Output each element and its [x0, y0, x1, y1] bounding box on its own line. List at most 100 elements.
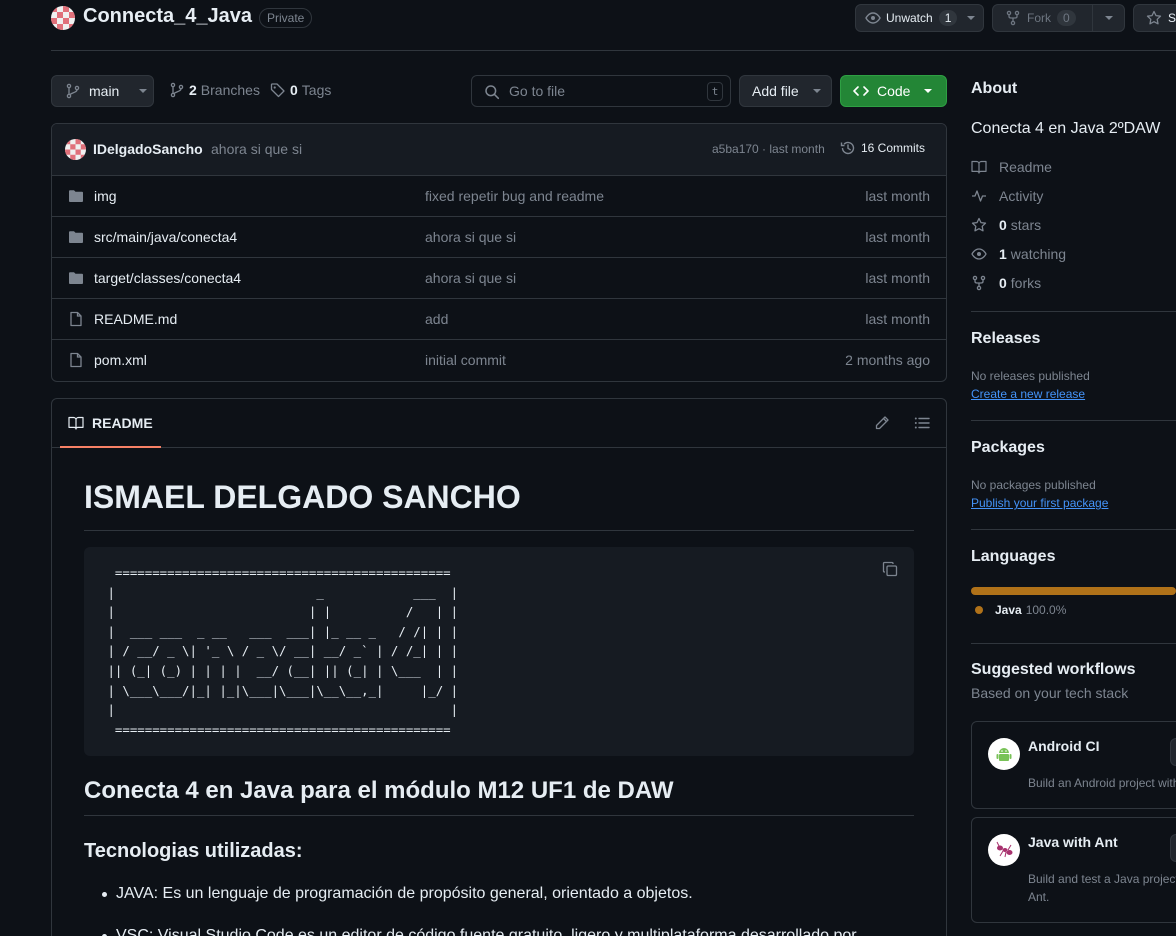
language-java-link[interactable]: Java 100.0% — [971, 603, 1066, 617]
workflow-card: Java with Ant Build and test a Java proj… — [971, 817, 1176, 923]
file-icon — [68, 311, 84, 327]
configure-workflow-button[interactable] — [1170, 834, 1176, 862]
commit-hash-link[interactable]: a5ba170 · last month — [712, 142, 825, 156]
releases-heading[interactable]: Releases — [971, 330, 1040, 348]
workflow-title: Android CI — [1028, 738, 1100, 754]
file-name-link[interactable]: pom.xml — [94, 352, 147, 368]
outline-list-icon[interactable] — [914, 415, 930, 431]
language-name: Java — [995, 603, 1022, 617]
branch-name: main — [89, 83, 120, 99]
file-name-link[interactable]: img — [94, 188, 117, 204]
activity-link-label: Activity — [999, 188, 1044, 204]
divider — [971, 643, 1176, 644]
file-row[interactable]: pom.xml initial commit 2 months ago — [52, 340, 946, 381]
file-commit-message[interactable]: ahora si que si — [425, 270, 516, 286]
file-name-link[interactable]: README.md — [94, 311, 177, 327]
forks-link[interactable]: 0 forks — [971, 275, 1041, 291]
file-row[interactable]: README.md add last month — [52, 299, 946, 340]
file-commit-message[interactable]: initial commit — [425, 352, 506, 368]
commits-count-label: 16 Commits — [861, 141, 926, 155]
branches-label: Branches — [200, 82, 260, 98]
file-row[interactable]: target/classes/conecta4 ahora si que si … — [52, 258, 946, 299]
file-commit-date: last month — [865, 229, 930, 245]
activity-link[interactable]: Activity — [971, 188, 1043, 204]
sidebar: About Conecta 4 en Java 2ºDAW Readme Act… — [971, 0, 1176, 936]
file-row[interactable]: src/main/java/conecta4 ahora si que si l… — [52, 217, 946, 258]
file-name-link[interactable]: target/classes/conecta4 — [94, 270, 241, 286]
file-commit-date: last month — [865, 311, 930, 327]
readme-heading-2: Conecta 4 en Java para el módulo M12 UF1… — [84, 777, 914, 816]
readme-tab-label: README — [92, 414, 153, 431]
language-bar — [971, 587, 1176, 595]
file-commit-message[interactable]: ahora si que si — [425, 229, 516, 245]
watching-link[interactable]: 1 watching — [971, 246, 1066, 262]
stars-count: 0 — [999, 217, 1007, 233]
book-icon — [68, 415, 84, 431]
workflows-heading: Suggested workflows — [971, 661, 1136, 678]
code-label: Code — [877, 83, 911, 99]
file-commit-message[interactable]: add — [425, 311, 448, 327]
branches-link[interactable]: 2 Branches — [169, 82, 260, 98]
shortcut-key-badge: t — [707, 82, 723, 101]
file-name-link[interactable]: src/main/java/conecta4 — [94, 229, 237, 245]
ant-icon — [988, 834, 1020, 866]
tag-icon — [270, 82, 286, 98]
folder-icon — [68, 270, 84, 286]
file-list: IDelgadoSancho ahora si que si a5ba170 ·… — [51, 123, 947, 382]
list-item: JAVA: Es un lenguaje de programación de … — [84, 883, 914, 905]
tags-link[interactable]: 0 Tags — [270, 82, 331, 98]
readme-tab[interactable]: README — [60, 399, 161, 448]
code-button[interactable]: Code — [840, 75, 947, 107]
create-release-link[interactable]: Create a new release — [971, 387, 1085, 401]
divider — [971, 529, 1176, 530]
unwatch-button[interactable]: Unwatch 1 — [855, 4, 984, 32]
workflow-description: Build an Android project with — [1028, 776, 1176, 790]
branch-selector[interactable]: main — [51, 75, 154, 107]
language-percent: 100.0% — [1025, 603, 1067, 617]
unwatch-label: Unwatch — [886, 11, 933, 25]
copy-icon[interactable] — [882, 561, 898, 577]
folder-icon — [68, 229, 84, 245]
go-to-file-input[interactable]: Go to file t — [471, 75, 731, 107]
repo-name-link[interactable]: Connecta_4_Java — [83, 5, 252, 28]
list-item: VSC: Visual Studio Code es un editor de … — [84, 925, 914, 936]
chevron-down-icon — [812, 89, 821, 93]
file-commit-date: last month — [865, 188, 930, 204]
file-row[interactable]: img fixed repetir bug and readme last mo… — [52, 176, 946, 217]
chevron-down-icon — [924, 89, 933, 93]
watch-counter: 1 — [938, 10, 958, 26]
about-heading: About — [971, 80, 1018, 97]
commit-author-link[interactable]: IDelgadoSancho — [93, 141, 203, 157]
pencil-icon[interactable] — [874, 415, 890, 431]
search-icon — [484, 84, 500, 100]
commits-history-link[interactable]: 16 Commits — [840, 140, 925, 156]
packages-heading[interactable]: Packages — [971, 439, 1045, 457]
book-icon — [971, 159, 999, 175]
commit-message-link[interactable]: ahora si que si — [211, 141, 302, 157]
search-placeholder: Go to file — [509, 83, 566, 99]
pulse-icon — [971, 188, 999, 204]
owner-avatar[interactable] — [51, 6, 75, 30]
watching-label: watching — [1010, 246, 1067, 262]
readme-heading-1: ISMAEL DELGADO SANCHO — [84, 479, 914, 531]
ascii-art: ========================================… — [107, 565, 459, 737]
readme-link[interactable]: Readme — [971, 159, 1052, 175]
stars-link[interactable]: 0 stars — [971, 217, 1041, 233]
forks-count: 0 — [999, 275, 1007, 291]
publish-package-link[interactable]: Publish your first package — [971, 496, 1108, 510]
android-icon — [988, 738, 1020, 770]
tags-label: Tags — [301, 82, 332, 98]
configure-workflow-button[interactable] — [1170, 738, 1176, 766]
branches-count: 2 — [189, 82, 197, 98]
add-file-button[interactable]: Add file — [739, 75, 832, 107]
file-commit-date: last month — [865, 270, 930, 286]
star-icon — [971, 217, 999, 233]
workflow-description: Build and test a Java project — [1028, 872, 1176, 886]
no-releases-text: No releases published — [971, 369, 1090, 383]
chevron-down-icon — [139, 89, 148, 93]
file-commit-message[interactable]: fixed repetir bug and readme — [425, 188, 604, 204]
fork-icon — [971, 275, 999, 291]
no-packages-text: No packages published — [971, 478, 1096, 492]
forks-label: forks — [1010, 275, 1042, 291]
author-avatar[interactable] — [65, 139, 86, 160]
